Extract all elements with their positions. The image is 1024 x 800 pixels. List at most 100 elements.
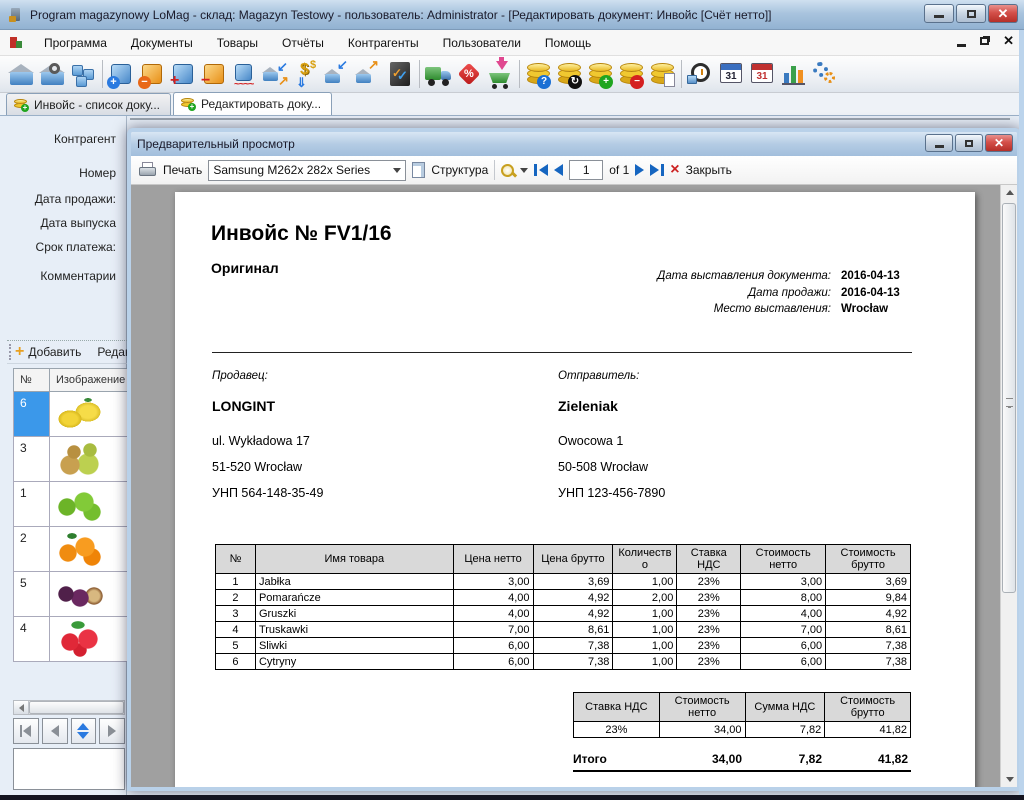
delivery-icon[interactable] [423,57,454,91]
warehouse-transfer-icon[interactable]: ↙↗ [261,57,292,91]
dialog-close-button[interactable]: ✕ [985,134,1013,152]
remove-document-icon[interactable]: − [137,57,168,91]
discounts-icon[interactable]: % [454,57,485,91]
horizontal-scrollbar[interactable] [13,700,125,715]
previous-page-icon [554,164,563,176]
table-row[interactable]: 3 [13,437,132,482]
page-number-input[interactable]: 1 [569,160,603,180]
table-row[interactable]: 4 [13,617,132,662]
scrollbar-thumb[interactable] [1002,203,1016,593]
remove-item-icon[interactable]: − [199,57,230,91]
table-row[interactable]: 1 [13,482,132,527]
calendar-red-icon[interactable]: 31 [747,57,778,91]
next-record-button[interactable] [99,718,125,744]
goods-boxes-icon[interactable] [68,57,99,91]
last-page-button[interactable] [650,164,664,176]
mdi-minimize-button[interactable] [957,44,966,47]
sort-updown-button[interactable] [71,718,97,744]
edit-item-button[interactable]: Редактировать [97,345,127,359]
meta-label: Дата продажи: [748,285,831,302]
external-issue-icon[interactable]: ↗ [354,57,385,91]
warehouse-icon[interactable] [6,57,37,91]
settings-gears-icon[interactable] [809,57,840,91]
calendar-blue-icon[interactable]: 31 [716,57,747,91]
stocktaking-icon[interactable]: ✓✓ [385,57,416,91]
scrollbar-thumb[interactable] [29,701,124,714]
main-titlebar[interactable]: Program magazynowy LoMag - склад: Magazy… [0,0,1024,30]
tab-label: Редактировать доку... [201,97,321,111]
preview-canvas[interactable]: Инвойс № FV1/16 Оригинал Дата выставлени… [131,185,1017,787]
history-clock-icon[interactable] [685,57,716,91]
menu-documents[interactable]: Документы [119,32,205,54]
money-remove-icon[interactable]: − [616,57,647,91]
previous-record-button[interactable] [42,718,68,744]
drag-handle[interactable] [9,344,11,360]
dialog-titlebar[interactable]: Предварительный просмотр ✕ [131,132,1017,156]
close-button[interactable]: ✕ [988,4,1018,23]
print-button[interactable]: Печать [163,163,202,177]
meta-label: Дата выставления документа: [657,268,831,285]
sender-tax-id: УНП 123-456-7890 [558,480,888,506]
dialog-minimize-button[interactable] [925,134,953,152]
purchase-cart-icon[interactable] [485,57,516,91]
add-item-icon[interactable]: + [168,57,199,91]
menu-program[interactable]: Программа [32,32,119,54]
invoice-copy-type: Оригинал [211,260,279,276]
inventory-correction-icon[interactable]: ~~~~ [230,57,261,91]
warehouse-search-icon[interactable] [37,57,68,91]
table-row[interactable]: 5 [13,572,132,617]
zoom-icon[interactable] [501,164,514,177]
minimize-icon [934,15,944,18]
menu-help[interactable]: Помощь [533,32,603,54]
mdi-close-button[interactable]: ✕ [1003,35,1014,47]
menu-contractors[interactable]: Контрагенты [336,32,431,54]
column-header-image[interactable]: Изображение [50,369,131,391]
totals-vat: 7,82 [745,752,825,766]
column-header-number[interactable]: № [14,369,50,391]
menu-users[interactable]: Пользователи [431,32,533,54]
record-navigator [13,718,125,744]
last-page-icon [650,164,659,176]
printer-select[interactable]: Samsung M262x 282x Series [208,160,406,181]
row-number: 2 [14,527,50,571]
menu-reports[interactable]: Отчёты [270,32,336,54]
items-grid: № Изображение 6 3 1 2 5 4 [13,368,132,662]
menu-goods[interactable]: Товары [205,32,270,54]
invoice-items-table: № Имя товара Цена нетто Цена брутто Коли… [215,544,911,670]
first-page-button[interactable] [534,164,548,176]
vertical-scrollbar[interactable] [1000,185,1017,787]
external-receipt-icon[interactable]: ↙ [323,57,354,91]
money-exchange-icon[interactable]: ↻ [554,57,585,91]
money-question-icon[interactable]: ? [523,57,554,91]
add-document-icon[interactable]: + [106,57,137,91]
tab-invoice-list[interactable]: + Инвойс - список доку... [6,93,171,115]
maximize-button[interactable] [956,4,986,23]
scroll-down-button[interactable] [1002,772,1017,787]
invoice-page: Инвойс № FV1/16 Оригинал Дата выставлени… [175,192,975,787]
col-header: Имя товара [256,545,454,573]
main-toolbar: + − + − ~~~~ ↙↗ $$⇓ ↙ ↗ ✓✓ % ? ↻ + − 31 … [0,56,1024,93]
minimize-button[interactable] [924,4,954,23]
zoom-dropdown-icon[interactable] [520,168,528,173]
structure-button[interactable]: Структура [431,163,488,177]
first-record-button[interactable] [13,718,39,744]
close-icon: ✕ [998,7,1009,20]
price-list-icon[interactable]: $$⇓ [292,57,323,91]
money-report-icon[interactable] [647,57,678,91]
scroll-left-button[interactable] [14,701,29,714]
money-add-icon[interactable]: + [585,57,616,91]
table-row: 2Pomarańcze4,004,922,0023%8,009,84 [216,589,911,605]
statistics-chart-icon[interactable] [778,57,809,91]
table-row[interactable]: 2 [13,527,132,572]
table-row[interactable]: 6 [13,392,132,437]
mdi-restore-button[interactable] [980,37,989,45]
add-item-button[interactable]: Добавить [28,345,81,359]
scroll-up-button[interactable] [1002,185,1017,200]
previous-page-button[interactable] [554,164,563,176]
next-page-button[interactable] [635,164,644,176]
col-header: Стоимость нетто [741,545,826,573]
close-preview-button[interactable]: Закрыть [686,163,732,177]
seller-label: Продавец: [212,370,542,382]
tab-edit-document[interactable]: + Редактировать доку... [173,92,332,115]
dialog-maximize-button[interactable] [955,134,983,152]
